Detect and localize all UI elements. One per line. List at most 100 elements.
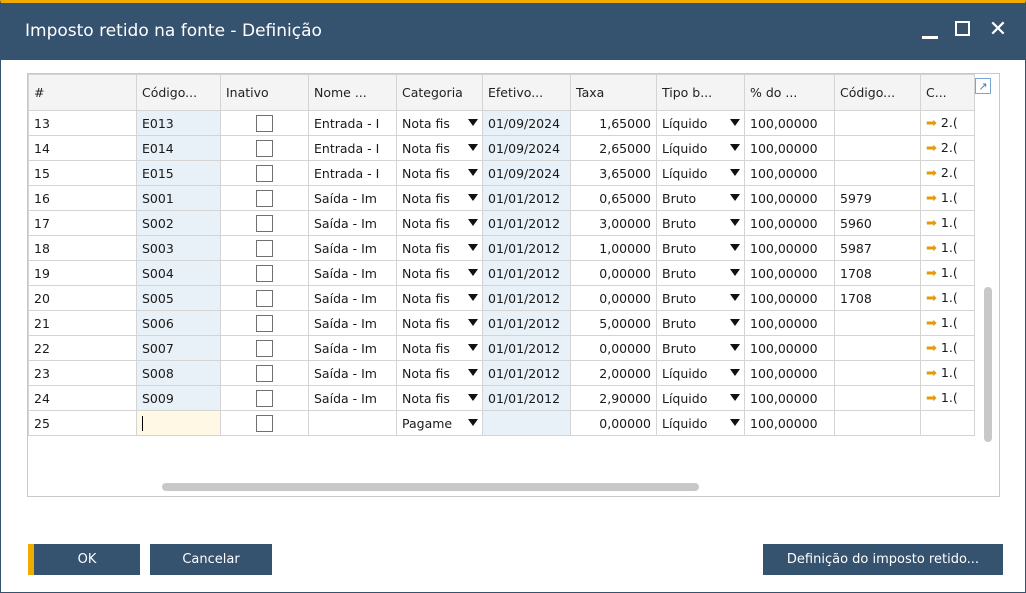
base-type-dropdown[interactable]: Líquido [656,160,745,186]
rate-cell[interactable]: 0,00000 [570,260,657,286]
percent-cell[interactable]: 100,00000 [744,160,835,186]
category-dropdown[interactable]: Nota fis [396,360,483,386]
name-cell[interactable]: Saída - Im [308,210,397,236]
inactive-cell[interactable] [220,335,309,361]
percent-cell[interactable]: 100,00000 [744,360,835,386]
rate-cell[interactable]: 1,00000 [570,235,657,261]
dropdown-arrow-icon[interactable] [468,319,478,326]
category-dropdown[interactable]: Nota fis [396,160,483,186]
link-arrow-icon[interactable]: ➡ [926,166,937,181]
code2-cell[interactable]: 1708 [834,285,921,311]
category-dropdown[interactable]: Nota fis [396,260,483,286]
table-row[interactable]: 24 S009 Saída - Im Nota fis 01/01/2012 2,9000… [28,385,975,411]
percent-cell[interactable]: 100,00000 [744,185,835,211]
percent-cell[interactable]: 100,00000 [744,210,835,236]
name-cell[interactable]: Saída - Im [308,360,397,386]
percent-cell[interactable]: 100,00000 [744,335,835,361]
inactive-cell[interactable] [220,310,309,336]
ok-button[interactable]: OK [28,544,140,575]
horizontal-scrollbar[interactable] [162,483,699,491]
dropdown-arrow-icon[interactable] [468,119,478,126]
dropdown-arrow-icon[interactable] [468,269,478,276]
percent-cell[interactable]: 100,00000 [744,135,835,161]
table-row[interactable]: 20 S005 Saída - Im Nota fis 01/01/2012 0,0000… [28,285,975,311]
base-type-dropdown[interactable]: Líquido [656,110,745,136]
code2-cell[interactable]: 5979 [834,185,921,211]
base-type-dropdown[interactable]: Bruto [656,235,745,261]
effective-date-cell[interactable]: 01/01/2012 [482,285,571,311]
inactive-checkbox[interactable] [256,189,273,207]
code-cell[interactable]: S005 [136,285,221,311]
inactive-cell[interactable] [220,385,309,411]
code2-cell[interactable] [834,110,921,136]
close-icon[interactable]: ✕ [985,15,1011,45]
category-dropdown[interactable]: Pagame [396,410,483,436]
inactive-cell[interactable] [220,135,309,161]
code2-cell[interactable] [834,335,921,361]
base-type-dropdown[interactable]: Líquido [656,385,745,411]
link-arrow-icon[interactable]: ➡ [926,391,937,406]
dropdown-arrow-icon[interactable] [468,169,478,176]
dropdown-arrow-icon[interactable] [730,169,740,176]
inactive-checkbox[interactable] [256,114,273,132]
table-row[interactable]: 21 S006 Saída - Im Nota fis 01/01/2012 5,0000… [28,310,975,336]
inactive-checkbox[interactable] [256,289,273,307]
dropdown-arrow-icon[interactable] [730,369,740,376]
column-header[interactable]: Código... [136,74,221,111]
effective-date-cell[interactable]: 01/01/2012 [482,385,571,411]
link-arrow-icon[interactable]: ➡ [926,366,937,381]
rate-cell[interactable]: 3,00000 [570,210,657,236]
inactive-cell[interactable] [220,160,309,186]
percent-cell[interactable]: 100,00000 [744,260,835,286]
inactive-cell[interactable] [220,235,309,261]
link-cell[interactable]: ➡ 1.( [920,335,975,361]
link-cell[interactable]: ➡ 2.( [920,160,975,186]
link-cell[interactable]: ➡ 1.( [920,235,975,261]
effective-date-cell[interactable]: 01/01/2012 [482,360,571,386]
column-header[interactable]: Tipo b... [656,74,745,111]
link-arrow-icon[interactable]: ➡ [926,116,937,131]
base-type-dropdown[interactable]: Bruto [656,260,745,286]
base-type-dropdown[interactable]: Líquido [656,135,745,161]
inactive-checkbox[interactable] [256,314,273,332]
inactive-cell[interactable] [220,285,309,311]
column-header[interactable]: Taxa [570,74,657,111]
percent-cell[interactable]: 100,00000 [744,285,835,311]
percent-cell[interactable]: 100,00000 [744,410,835,436]
column-header[interactable]: Inativo [220,74,309,111]
link-arrow-icon[interactable]: ➡ [926,266,937,281]
name-cell[interactable]: Saída - Im [308,310,397,336]
code2-cell[interactable]: 5987 [834,235,921,261]
name-cell[interactable]: Saída - Im [308,260,397,286]
link-arrow-icon[interactable]: ➡ [926,216,937,231]
name-cell[interactable]: Entrada - I [308,135,397,161]
dropdown-arrow-icon[interactable] [730,319,740,326]
column-header[interactable]: Categoria [396,74,483,111]
link-arrow-icon[interactable]: ➡ [926,291,937,306]
category-dropdown[interactable]: Nota fis [396,385,483,411]
column-header[interactable]: C... [920,74,975,111]
code-cell[interactable]: S009 [136,385,221,411]
effective-date-cell[interactable]: 01/01/2012 [482,185,571,211]
code2-cell[interactable] [834,310,921,336]
name-cell[interactable]: Saída - Im [308,385,397,411]
dropdown-arrow-icon[interactable] [730,194,740,201]
link-cell[interactable]: ➡ 1.( [920,385,975,411]
code-cell[interactable]: S003 [136,235,221,261]
code-cell[interactable]: S008 [136,360,221,386]
inactive-cell[interactable] [220,410,309,436]
rate-cell[interactable]: 0,65000 [570,185,657,211]
inactive-checkbox[interactable] [256,364,273,382]
link-arrow-icon[interactable]: ➡ [926,191,937,206]
link-cell[interactable]: ➡ 1.( [920,210,975,236]
link-cell[interactable]: ➡ 2.( [920,135,975,161]
code2-cell[interactable] [834,135,921,161]
dropdown-arrow-icon[interactable] [468,419,478,426]
expand-grid-icon[interactable]: ↗ [975,78,991,94]
link-cell[interactable]: ➡ 1.( [920,185,975,211]
code-cell[interactable]: S001 [136,185,221,211]
column-header[interactable]: # [28,74,137,111]
effective-date-cell[interactable]: 01/01/2012 [482,310,571,336]
name-cell[interactable]: Saída - Im [308,335,397,361]
inactive-cell[interactable] [220,260,309,286]
